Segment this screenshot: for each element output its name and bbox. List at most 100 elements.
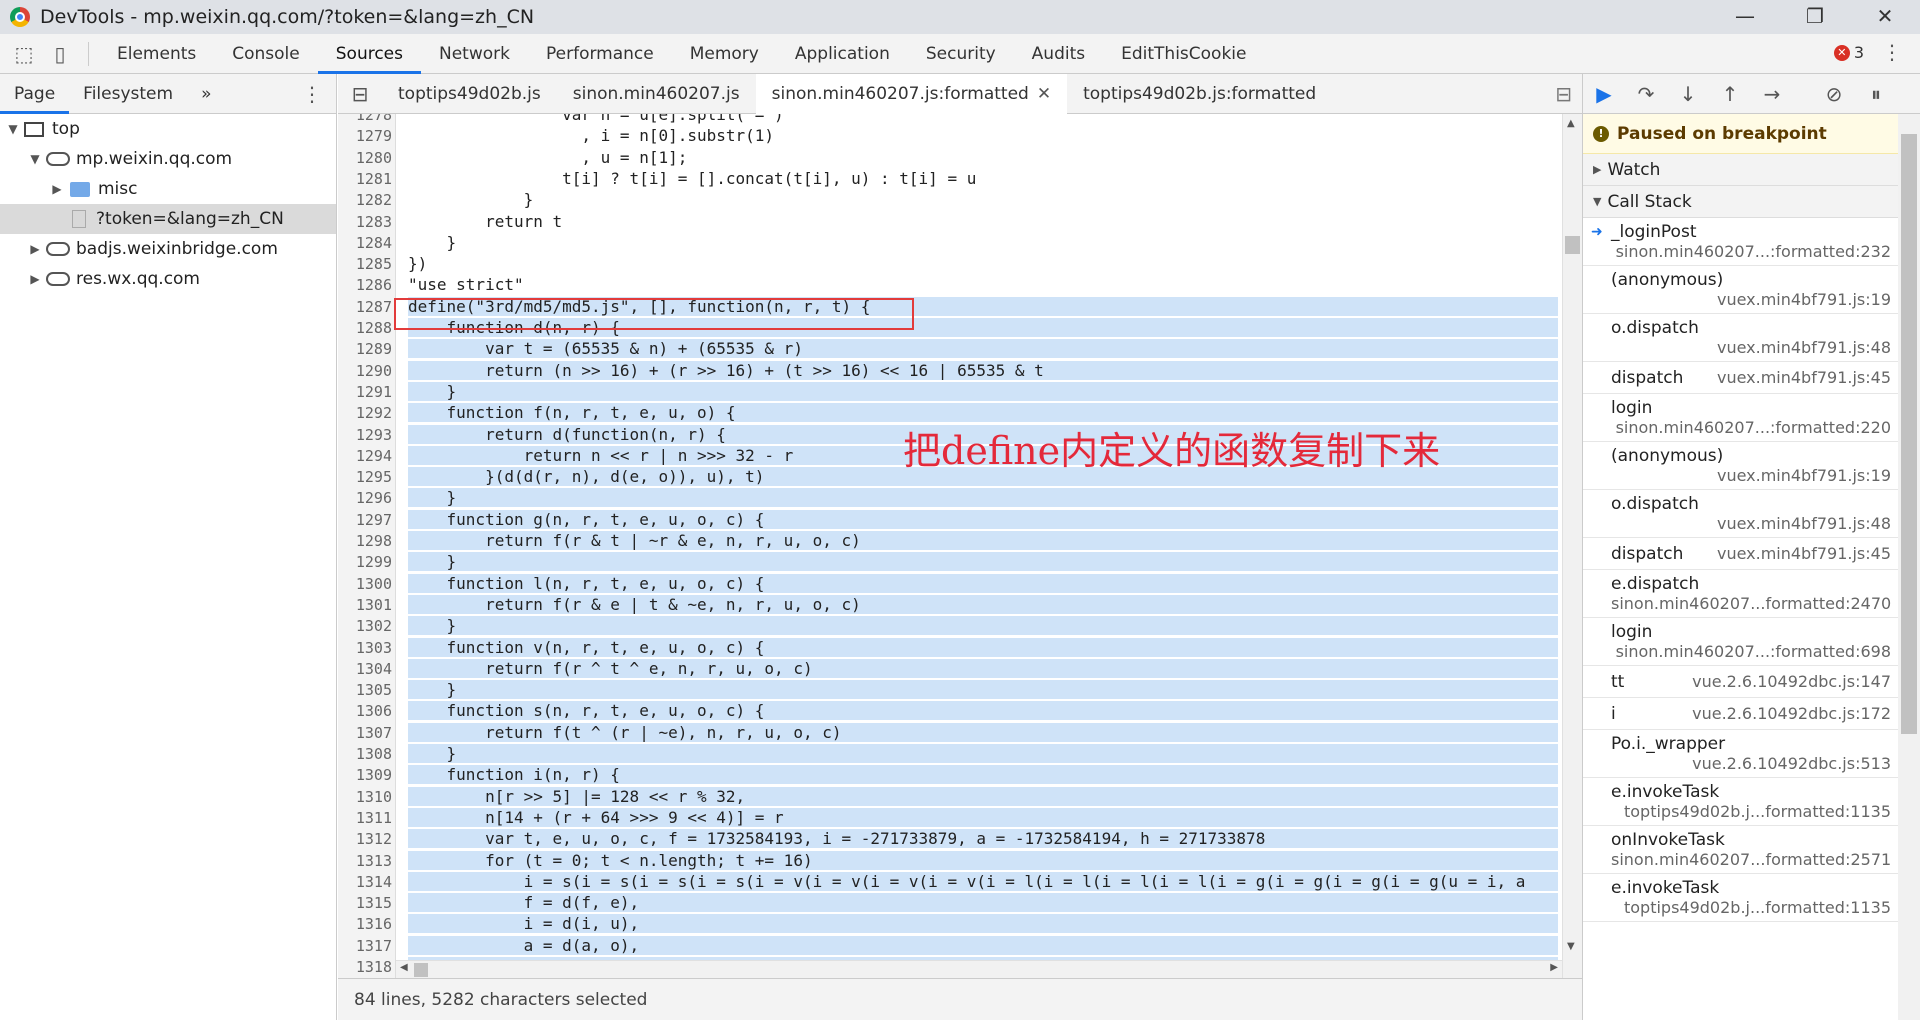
- frame-location[interactable]: vuex.min4bf791.js:45: [1717, 368, 1891, 387]
- call-frame[interactable]: dispatch vuex.min4bf791.js:45: [1583, 538, 1899, 570]
- expand-arrow-icon[interactable]: ▶: [50, 182, 64, 196]
- call-frame[interactable]: (anonymous) vuex.min4bf791.js:19: [1583, 442, 1899, 490]
- line-number[interactable]: 1307: [338, 724, 392, 742]
- more-tabs-button[interactable]: »: [187, 74, 225, 114]
- file-tab[interactable]: sinon.min460207.js: [557, 74, 756, 114]
- frame-location[interactable]: vuex.min4bf791.js:48: [1611, 338, 1891, 357]
- call-frame[interactable]: ➜ _loginPost sinon.min460207...:formatted:…: [1583, 218, 1899, 266]
- frame-location[interactable]: toptips49d02b.j...formatted:1135: [1611, 802, 1891, 821]
- line-number[interactable]: 1301: [338, 596, 392, 614]
- debugger-scrollbar[interactable]: [1898, 114, 1920, 1020]
- call-frame[interactable]: o.dispatch vuex.min4bf791.js:48: [1583, 490, 1899, 538]
- frame-location[interactable]: vuex.min4bf791.js:19: [1611, 290, 1891, 309]
- line-number[interactable]: 1314: [338, 873, 392, 891]
- callstack-section[interactable]: ▼ Call Stack: [1583, 186, 1899, 218]
- frame-location[interactable]: vuex.min4bf791.js:48: [1611, 514, 1891, 533]
- tab-network[interactable]: Network: [421, 34, 528, 74]
- line-number[interactable]: 1278: [338, 114, 392, 124]
- pause-on-exceptions-icon[interactable]: ⏸: [1855, 82, 1897, 106]
- line-number[interactable]: 1291: [338, 383, 392, 401]
- frame-location[interactable]: vuex.min4bf791.js:19: [1611, 466, 1891, 485]
- tab-sources[interactable]: Sources: [317, 34, 421, 74]
- line-number[interactable]: 1303: [338, 639, 392, 657]
- horizontal-scrollbar[interactable]: ◀ ▶: [396, 960, 1562, 978]
- line-number[interactable]: 1311: [338, 809, 392, 827]
- line-number[interactable]: 1308: [338, 745, 392, 763]
- line-number[interactable]: 1312: [338, 830, 392, 848]
- step-over-icon[interactable]: ↷: [1625, 82, 1667, 106]
- line-number[interactable]: 1289: [338, 340, 392, 358]
- call-frame[interactable]: login sinon.min460207...:formatted:698: [1583, 618, 1899, 666]
- expand-arrow-icon[interactable]: ▼: [28, 152, 42, 166]
- line-number[interactable]: 1295: [338, 468, 392, 486]
- call-frame[interactable]: e.invokeTask toptips49d02b.j...formatted:…: [1583, 778, 1899, 826]
- call-frame[interactable]: e.invokeTask toptips49d02b.j...formatted:…: [1583, 874, 1899, 922]
- call-frame[interactable]: dispatch vuex.min4bf791.js:45: [1583, 362, 1899, 394]
- resume-icon[interactable]: ▶: [1583, 82, 1625, 106]
- step-out-icon[interactable]: ↑: [1709, 82, 1751, 106]
- line-number[interactable]: 1316: [338, 915, 392, 933]
- frame-location[interactable]: vuex.min4bf791.js:45: [1717, 544, 1891, 563]
- frame-location[interactable]: vue.2.6.10492dbc.js:147: [1692, 672, 1891, 691]
- tab-security[interactable]: Security: [908, 34, 1014, 74]
- close-window-button[interactable]: ✕: [1850, 0, 1920, 34]
- line-number[interactable]: 1302: [338, 617, 392, 635]
- call-frame[interactable]: (anonymous) vuex.min4bf791.js:19: [1583, 266, 1899, 314]
- call-frame[interactable]: i vue.2.6.10492dbc.js:172: [1583, 698, 1899, 730]
- tree-item[interactable]: ▶ badjs.weixinbridge.com: [0, 234, 336, 264]
- expand-arrow-icon[interactable]: ▼: [6, 122, 20, 136]
- vertical-scrollbar[interactable]: ▲ ▼: [1562, 114, 1582, 978]
- frame-location[interactable]: sinon.min460207...:formatted:220: [1611, 418, 1891, 437]
- toggle-navigator-icon[interactable]: ⊟: [338, 82, 382, 106]
- line-number[interactable]: 1299: [338, 553, 392, 571]
- line-number[interactable]: 1317: [338, 937, 392, 955]
- tree-item[interactable]: ▼ top: [0, 114, 336, 144]
- line-number[interactable]: 1290: [338, 362, 392, 380]
- line-number[interactable]: 1279: [338, 127, 392, 145]
- line-number[interactable]: 1281: [338, 170, 392, 188]
- line-number[interactable]: 1280: [338, 149, 392, 167]
- line-number[interactable]: 1304: [338, 660, 392, 678]
- step-into-icon[interactable]: ↓: [1667, 82, 1709, 106]
- frame-location[interactable]: sinon.min460207...:formatted:698: [1611, 642, 1891, 661]
- close-tab-icon[interactable]: ✕: [1037, 84, 1051, 104]
- line-number[interactable]: 1285: [338, 255, 392, 273]
- file-tab[interactable]: toptips49d02b.js:formatted: [1067, 74, 1332, 114]
- line-number[interactable]: 1284: [338, 234, 392, 252]
- line-number[interactable]: 1283: [338, 213, 392, 231]
- line-number[interactable]: 1297: [338, 511, 392, 529]
- line-number[interactable]: 1315: [338, 894, 392, 912]
- call-frame[interactable]: Po.i._wrapper vue.2.6.10492dbc.js:513: [1583, 730, 1899, 778]
- line-number[interactable]: 1310: [338, 788, 392, 806]
- minimize-button[interactable]: —: [1710, 0, 1780, 34]
- call-frame[interactable]: onInvokeTask sinon.min460207...formatted:…: [1583, 826, 1899, 874]
- call-frame[interactable]: o.dispatch vuex.min4bf791.js:48: [1583, 314, 1899, 362]
- line-number[interactable]: 1286: [338, 276, 392, 294]
- maximize-button[interactable]: ❐: [1780, 0, 1850, 34]
- tab-application[interactable]: Application: [777, 34, 908, 74]
- tab-filesystem[interactable]: Filesystem: [69, 74, 187, 114]
- call-frame[interactable]: e.dispatch sinon.min460207...formatted:24…: [1583, 570, 1899, 618]
- line-number[interactable]: 1309: [338, 766, 392, 784]
- line-number[interactable]: 1287: [338, 298, 392, 316]
- tab-memory[interactable]: Memory: [672, 34, 777, 74]
- expand-arrow-icon[interactable]: ▶: [28, 272, 42, 286]
- tree-item[interactable]: ▶ misc: [0, 174, 336, 204]
- tab-console[interactable]: Console: [214, 34, 318, 74]
- line-number[interactable]: 1294: [338, 447, 392, 465]
- frame-location[interactable]: sinon.min460207...formatted:2470: [1611, 594, 1891, 613]
- line-number[interactable]: 1298: [338, 532, 392, 550]
- line-number[interactable]: 1288: [338, 319, 392, 337]
- frame-location[interactable]: vue.2.6.10492dbc.js:172: [1692, 704, 1891, 723]
- file-tab[interactable]: toptips49d02b.js: [382, 74, 557, 114]
- call-frame[interactable]: tt vue.2.6.10492dbc.js:147: [1583, 666, 1899, 698]
- tab-page[interactable]: Page: [0, 74, 70, 114]
- tree-item[interactable]: ▶ res.wx.qq.com: [0, 264, 336, 294]
- toggle-debugger-icon[interactable]: ⊟: [1555, 82, 1572, 106]
- tree-item[interactable]: ?token=&lang=zh_CN: [0, 204, 336, 234]
- code-editor[interactable]: 1278 var n = u[e].split("=") 1279 , i = n…: [338, 114, 1582, 978]
- line-number[interactable]: 1293: [338, 426, 392, 444]
- error-counter[interactable]: ✕ 3: [1833, 43, 1864, 62]
- step-icon[interactable]: →: [1751, 82, 1793, 106]
- line-number[interactable]: 1296: [338, 489, 392, 507]
